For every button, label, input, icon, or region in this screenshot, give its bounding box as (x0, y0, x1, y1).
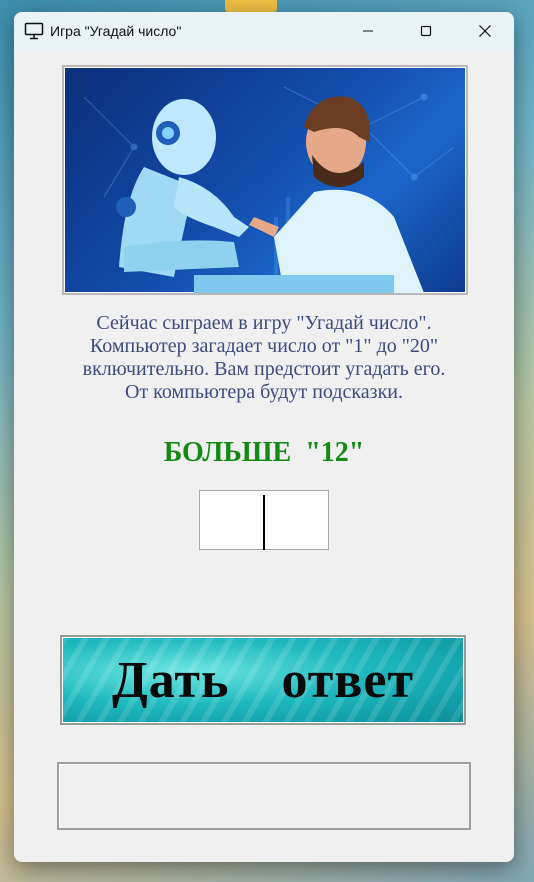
text-caret (263, 495, 265, 550)
description-line: От компьютера будут подсказки. (124, 381, 404, 403)
title-bar[interactable]: Игра "Угадай число" (14, 12, 514, 50)
description-line: Компьютер загадает число от "1" до "20" (89, 335, 439, 357)
close-button[interactable] (456, 12, 514, 50)
desktop-folder-icon (225, 0, 277, 12)
window-title: Игра "Угадай число" (50, 23, 182, 39)
description-line: Сейчас сыграем в игру "Угадай число". (96, 312, 432, 334)
result-box[interactable] (57, 762, 471, 830)
robot-vs-human-illustration (62, 65, 468, 295)
maximize-icon (420, 25, 432, 37)
game-description: Сейчас сыграем в игру "Угадай число". Ко… (34, 312, 494, 404)
submit-answer-label: Дать ответ (111, 651, 415, 709)
hint-text: БОЛЬШЕ "12" (163, 437, 365, 468)
minimize-button[interactable] (339, 12, 397, 50)
minimize-icon (363, 30, 373, 32)
close-icon (479, 25, 491, 37)
description-line: включительно. Вам предстоит угадать его. (82, 358, 446, 380)
maximize-button[interactable] (397, 12, 455, 50)
armwrestling-image (83, 86, 455, 293)
game-window: Игра "Угадай число" Сейчас сыграем в игр… (14, 12, 514, 862)
monitor-icon (24, 22, 44, 40)
submit-answer-button[interactable]: Дать ответ (60, 635, 466, 725)
